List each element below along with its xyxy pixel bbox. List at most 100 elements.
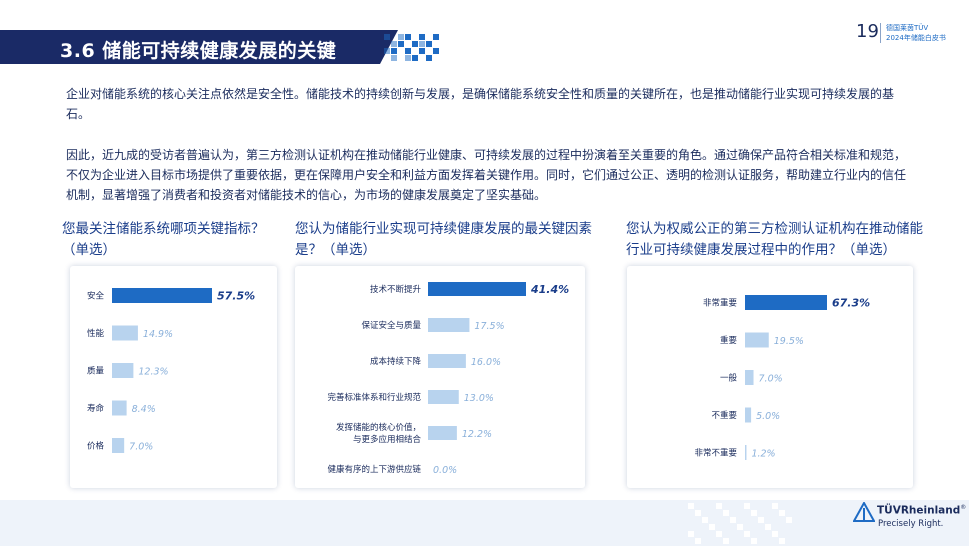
footer-pixel-block: [772, 531, 778, 537]
page-number: 19: [856, 21, 879, 42]
value-label: 7.0%: [129, 442, 153, 453]
footer-pixel-block: [772, 503, 778, 509]
chart-panel-1: 安全 57.5% 性能 14.9% 质量 12.3% 寿命 8.4% 价格 7.0%: [70, 266, 277, 488]
bar: [745, 445, 747, 460]
pixel-block: [433, 48, 439, 54]
category-label: 发挥储能的核心价值，与更多应用相结合: [336, 422, 422, 445]
category-label: 非常不重要: [694, 448, 737, 459]
tuv-tagline: Precisely Right.: [878, 519, 944, 529]
bar: [112, 363, 134, 378]
value-label: 19.5%: [774, 336, 804, 347]
category-label: 不重要: [711, 410, 737, 421]
chart-2-key-factors: 技术不断提升 41.4% 保证安全与质量 17.5% 成本持续下降 16.0% 完善标准体系…: [327, 282, 569, 476]
footer-band: [0, 500, 969, 546]
category-label: 安全: [87, 291, 105, 302]
footer-pixel-block: [744, 531, 750, 537]
bar: [112, 325, 138, 341]
value-label: 0.0%: [433, 465, 457, 476]
tuv-triangle-icon: [853, 502, 875, 522]
pixel-block: [398, 41, 404, 47]
footer-pixel-block: [737, 524, 743, 530]
page-number-divider: [880, 23, 881, 43]
bar: [745, 332, 769, 348]
pixel-block: [412, 41, 418, 47]
value-label: 41.4%: [530, 283, 569, 296]
category-label: 重要: [720, 335, 738, 346]
tuv-logo-name: TÜVRheinland: [877, 504, 961, 517]
value-label: 67.3%: [832, 297, 870, 310]
footer-pixel-block: [723, 538, 729, 544]
value-label: 5.0%: [756, 411, 780, 422]
footer-pixel-block: [779, 510, 785, 516]
footer-pixel-block: [702, 517, 708, 523]
tuv-logo-text: TÜVRheinland®: [877, 504, 966, 517]
pixel-block: [405, 34, 411, 40]
pixel-block: [398, 34, 404, 40]
category-label: 寿命: [87, 403, 105, 414]
chart-panel-2: 技术不断提升 41.4% 保证安全与质量 17.5% 成本持续下降 16.0% 完善标准体系…: [295, 266, 585, 488]
pixel-block: [405, 55, 411, 61]
value-label: 8.4%: [132, 404, 156, 415]
pixel-block: [391, 55, 397, 61]
footer-pixel-block: [744, 503, 750, 509]
footer-pixel-block: [695, 538, 701, 544]
footer-pixel-block: [786, 517, 792, 523]
bar: [428, 318, 470, 332]
category-label: 健康有序的上下游供应链: [327, 464, 421, 475]
pixel-block: [426, 55, 432, 61]
footer-pixel-block: [688, 503, 694, 509]
value-label: 16.0%: [471, 357, 501, 368]
chart-3-third-party-role: 非常重要 67.3% 重要 19.5% 一般 7.0% 不重要 5.0% 非常不重要 1.2%: [694, 295, 870, 460]
question-3-title: 您认为权威公正的第三方检测认证机构在推动储能行业可持续健康发展过程中的作用？（单…: [626, 221, 923, 258]
bar: [428, 282, 526, 296]
pixel-block: [391, 48, 397, 54]
footer-pixel-block: [765, 524, 771, 530]
intro-paragraph: 企业对储能系统的核心关注点依然是安全性。储能技术的持续创新与发展，是确保储能系统…: [66, 87, 895, 121]
footer-pixel-decoration: [688, 500, 798, 546]
bar: [745, 295, 827, 310]
value-label: 17.5%: [474, 321, 504, 332]
footer-pixel-block: [779, 538, 785, 544]
bar: [112, 288, 212, 303]
bar: [428, 390, 459, 404]
pixel-block: [384, 34, 390, 40]
pixel-block: [384, 48, 390, 54]
chart-1-key-metrics: 安全 57.5% 性能 14.9% 质量 12.3% 寿命 8.4% 价格 7.0%: [87, 288, 255, 453]
value-label: 1.2%: [751, 449, 775, 460]
footer-pixel-block: [758, 517, 764, 523]
value-label: 12.2%: [462, 429, 492, 440]
category-label: 性能: [87, 328, 105, 339]
category-label: 成本持续下降: [370, 356, 422, 367]
category-label: 价格: [87, 441, 105, 452]
value-label: 12.3%: [138, 367, 168, 378]
pixel-block: [405, 48, 411, 54]
category-label: 技术不断提升: [370, 284, 422, 295]
footer-pixel-block: [723, 510, 729, 516]
value-label: 57.5%: [217, 290, 255, 303]
footer-pixel-block: [716, 503, 722, 509]
pixel-block: [391, 41, 397, 47]
bar: [745, 407, 752, 423]
category-label: 保证安全与质量: [361, 320, 421, 331]
category-label: 质量: [87, 366, 105, 377]
category-label: 一般: [720, 373, 738, 384]
detail-paragraph: 因此，近九成的受访者普遍认为，第三方检测认证机构在推动储能行业健康、可持续发展的…: [66, 148, 907, 202]
section-title: 3.6 储能可持续健康发展的关键: [60, 40, 337, 62]
brand-line-1: 德国莱茵TÜV: [886, 24, 929, 32]
bar: [112, 438, 125, 453]
question-1-title: 您最关注储能系统哪项关键指标？（单选）: [62, 221, 265, 258]
footer-pixel-block: [709, 524, 715, 530]
pixel-block: [419, 48, 425, 54]
footer-pixel-block: [716, 531, 722, 537]
category-label: 非常重要: [703, 298, 738, 309]
bar: [745, 370, 754, 385]
question-2-title: 您认为储能行业实现可持续健康发展的最关键因素是？（单选）: [295, 221, 592, 258]
pixel-block: [433, 34, 439, 40]
brand-line-2: 2024年储能白皮书: [886, 34, 946, 42]
value-label: 13.0%: [464, 393, 494, 404]
bar: [112, 400, 127, 416]
pixel-decoration: [384, 34, 440, 62]
category-label: 完善标准体系和行业规范: [327, 392, 421, 403]
footer-pixel-block: [751, 510, 757, 516]
bar: [428, 354, 466, 368]
